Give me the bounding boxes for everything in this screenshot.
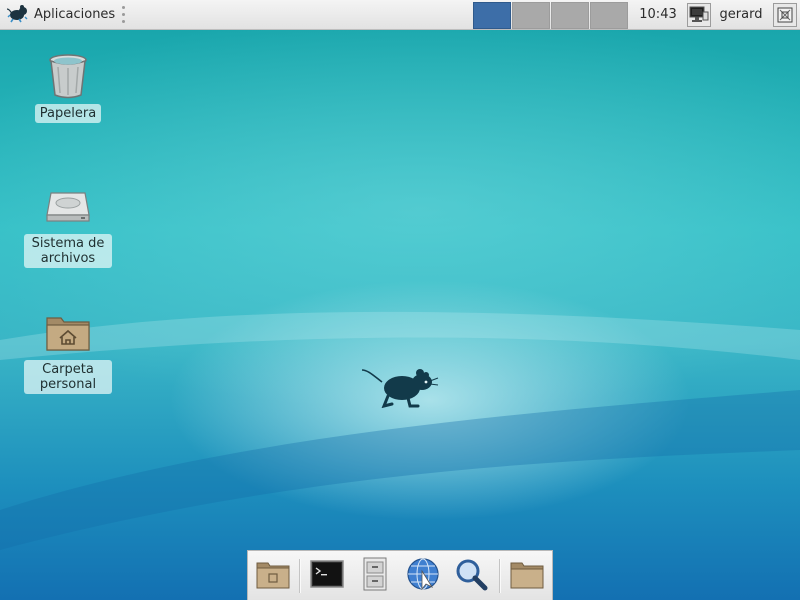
applications-menu-label: Aplicaciones xyxy=(34,7,116,22)
terminal-button[interactable] xyxy=(308,557,346,595)
desktop-icon-label: Papelera xyxy=(34,104,102,123)
wallpaper-swoosh xyxy=(0,311,800,550)
bottom-dock xyxy=(247,550,553,600)
user-name[interactable]: gerard xyxy=(716,0,766,29)
action-buttons[interactable] xyxy=(772,0,798,29)
file-manager-button[interactable] xyxy=(356,557,394,595)
web-browser-icon xyxy=(406,557,440,595)
folder-icon xyxy=(510,559,544,593)
desktop-background[interactable]: Papelera Sistema de archivos Carpeta per… xyxy=(0,30,800,600)
action-buttons-icon xyxy=(773,2,797,27)
search-icon xyxy=(454,557,488,595)
network-icon xyxy=(687,2,711,27)
home-folder-icon xyxy=(44,308,92,356)
clock[interactable]: 10:43 xyxy=(632,0,684,29)
desktop-icon-filesystem[interactable]: Sistema de archivos xyxy=(18,182,118,268)
network-indicator[interactable] xyxy=(686,0,712,29)
panel-handle[interactable] xyxy=(120,0,126,29)
dock-separator xyxy=(499,559,501,593)
desktop-icon-trash[interactable]: Papelera xyxy=(18,52,118,123)
file-manager-icon xyxy=(362,557,388,595)
top-panel: Aplicaciones 10:43 gerard xyxy=(0,0,800,30)
workspace-4[interactable] xyxy=(590,1,628,29)
workspace-1[interactable] xyxy=(473,1,511,29)
workspace-3[interactable] xyxy=(551,1,589,29)
show-desktop-icon xyxy=(256,559,290,593)
web-browser-button[interactable] xyxy=(404,557,442,595)
desktop-icon-label: Sistema de archivos xyxy=(24,234,112,268)
xfce-mouse-logo xyxy=(361,369,439,408)
search-button[interactable] xyxy=(452,557,490,595)
drive-icon xyxy=(44,182,92,230)
workspace-switcher xyxy=(473,0,629,29)
dock-separator xyxy=(299,559,301,593)
folder-button[interactable] xyxy=(508,557,546,595)
workspace-2[interactable] xyxy=(512,1,550,29)
terminal-icon xyxy=(310,559,344,593)
applications-menu-button[interactable]: Aplicaciones xyxy=(6,0,115,29)
trash-icon xyxy=(44,52,92,100)
desktop-icon-label: Carpeta personal xyxy=(24,360,112,394)
desktop-icon-home[interactable]: Carpeta personal xyxy=(18,308,118,394)
xfce-mouse-icon xyxy=(6,3,28,27)
show-desktop-button[interactable] xyxy=(254,557,292,595)
